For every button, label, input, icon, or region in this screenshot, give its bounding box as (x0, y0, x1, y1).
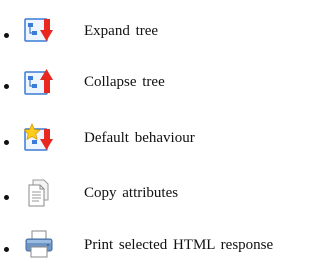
bullet (4, 84, 9, 89)
list-item-copy-attributes: Copy attributes (0, 178, 328, 208)
bullet (4, 247, 9, 252)
item-label: Print selected HTML response (84, 237, 274, 253)
bullet (4, 33, 9, 38)
copy-attributes-icon (24, 178, 54, 208)
list-item-expand-tree: Expand tree (0, 16, 328, 46)
list-item-print-selected: Print selected HTML response (0, 230, 328, 260)
collapse-tree-icon (24, 67, 54, 97)
item-label: Copy attributes (84, 185, 179, 201)
item-label: Default behaviour (84, 130, 195, 146)
printer-icon (24, 230, 54, 260)
expand-tree-icon (24, 16, 54, 46)
feature-list: Expand tree Collapse tree Default behavi… (0, 0, 328, 272)
bullet (4, 140, 9, 145)
list-item-default-behaviour: Default behaviour (0, 123, 328, 153)
item-label: Expand tree (84, 23, 159, 39)
bullet (4, 195, 9, 200)
list-item-collapse-tree: Collapse tree (0, 67, 328, 97)
item-label: Collapse tree (84, 74, 165, 90)
default-behaviour-icon (24, 123, 54, 153)
